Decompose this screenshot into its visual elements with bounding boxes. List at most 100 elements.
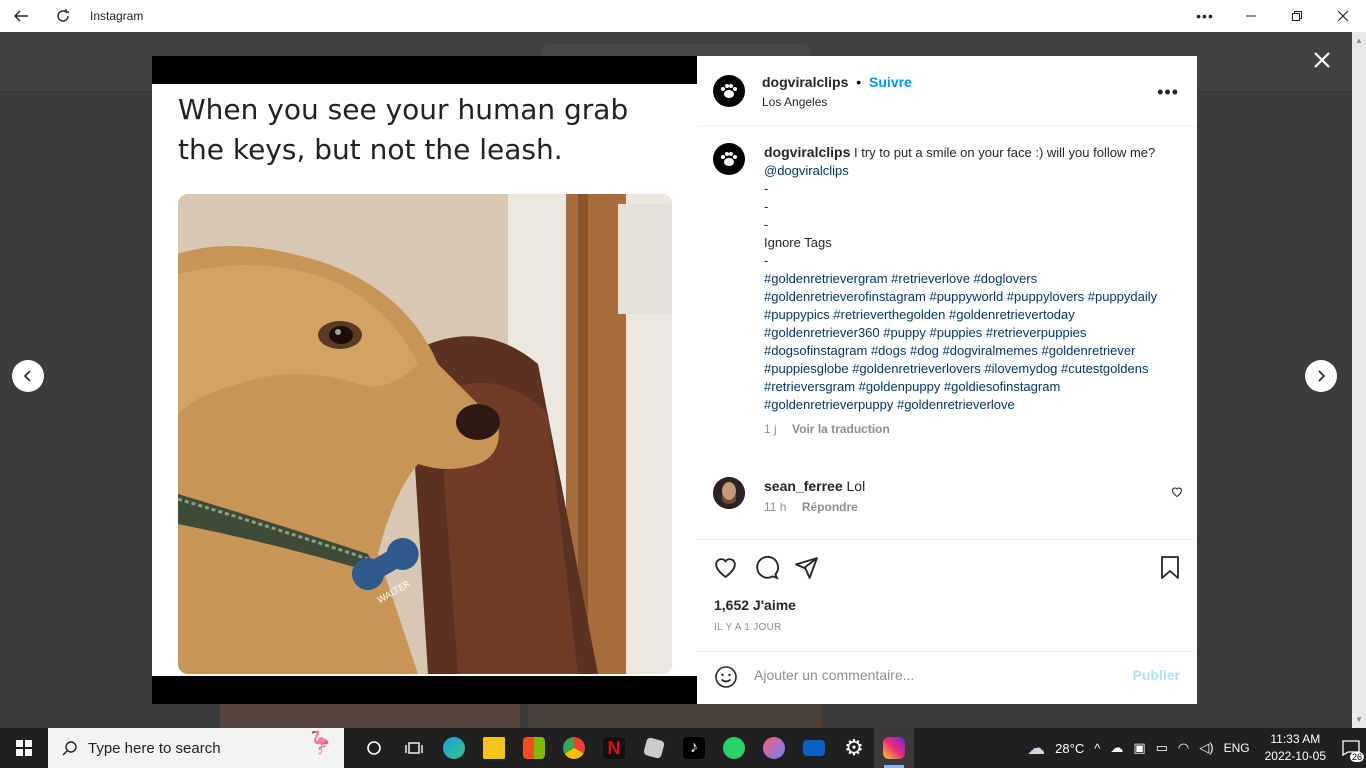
- chrome-icon: [563, 737, 585, 759]
- notification-button[interactable]: 26: [1336, 728, 1366, 768]
- author-username[interactable]: dogviralclips: [762, 74, 848, 90]
- comment-like-button[interactable]: [1171, 485, 1183, 503]
- more-icon: •••: [1196, 8, 1214, 24]
- close-modal-button[interactable]: [1308, 46, 1336, 74]
- caption-username[interactable]: dogviralclips: [764, 144, 850, 160]
- file-explorer-app[interactable]: [474, 728, 514, 768]
- add-comment-bar: Ajouter un commentaire... Publier: [697, 652, 1197, 704]
- meme-caption: When you see your human grab the keys, b…: [178, 93, 629, 166]
- weather-icon: ☁: [1027, 737, 1046, 758]
- post-location[interactable]: Los Angeles: [762, 95, 827, 109]
- background-thumbnail: [220, 702, 520, 728]
- close-window-button[interactable]: [1320, 0, 1366, 32]
- task-view-icon: [405, 742, 423, 754]
- netflix-app[interactable]: N: [594, 728, 634, 768]
- maximize-button[interactable]: [1274, 0, 1320, 32]
- window-menu-button[interactable]: •••: [1182, 0, 1228, 32]
- post-header: dogviralclips • Suivre Los Angeles •••: [697, 56, 1197, 126]
- meme-image: When you see your human grab the keys, b…: [152, 84, 697, 676]
- heart-icon: [715, 558, 736, 579]
- cortana-button[interactable]: [354, 728, 394, 768]
- system-tray: ☁ 28°C ^ ☁ ▣ ▭ ◠ ◁) ENG 11:33 AM 2022-10…: [1022, 728, 1366, 768]
- emoji-icon: [715, 666, 737, 688]
- dog-photo: WALTER: [178, 194, 672, 674]
- scrollbar[interactable]: ▲ ▼: [1352, 32, 1366, 728]
- gear-icon: ⚙: [844, 735, 864, 760]
- network-icon[interactable]: ▭: [1156, 740, 1168, 756]
- refresh-button[interactable]: [42, 0, 84, 32]
- caption-mention[interactable]: @dogviralclips: [764, 163, 849, 178]
- reply-button[interactable]: Répondre: [802, 500, 858, 514]
- weather-temp[interactable]: 28°C: [1055, 741, 1084, 756]
- next-post-button[interactable]: [1305, 360, 1337, 392]
- comment-username[interactable]: sean_ferree: [764, 478, 843, 494]
- user-photo-icon: [713, 477, 745, 509]
- store-app[interactable]: [514, 728, 554, 768]
- instagram-icon: [883, 737, 905, 759]
- title-bar: Instagram •••: [0, 0, 1366, 32]
- comment-input[interactable]: Ajouter un commentaire...: [754, 667, 914, 683]
- minimize-button[interactable]: [1228, 0, 1274, 32]
- translate-button[interactable]: Voir la traduction: [792, 422, 890, 436]
- itunes-app[interactable]: [754, 728, 794, 768]
- notification-count: 26: [1349, 752, 1364, 762]
- flamingo-icon: 🦩: [306, 730, 334, 755]
- chevron-up-icon[interactable]: ^: [1094, 741, 1100, 756]
- likes-count[interactable]: 1,652 J'aime: [714, 597, 796, 613]
- publish-button[interactable]: Publier: [1133, 667, 1180, 683]
- commenter-avatar[interactable]: [713, 477, 745, 509]
- clock[interactable]: 11:33 AM 2022-10-05: [1265, 731, 1326, 765]
- caption-time: 1 j: [764, 422, 777, 436]
- window-title: Instagram: [90, 9, 144, 23]
- meet-icon[interactable]: ▣: [1133, 740, 1145, 756]
- back-arrow-icon: [14, 10, 28, 22]
- cortana-icon: [367, 741, 381, 755]
- edge-icon: [443, 737, 465, 759]
- previous-post-button[interactable]: [12, 360, 44, 392]
- roblox-app[interactable]: [634, 728, 674, 768]
- task-view-button[interactable]: [394, 728, 434, 768]
- mail-app[interactable]: [794, 728, 834, 768]
- author-avatar[interactable]: [713, 75, 745, 107]
- minimize-icon: [1246, 15, 1256, 17]
- caption-hashtags[interactable]: #goldenretrievergram #retrieverlove #dog…: [764, 271, 1157, 412]
- edge-app[interactable]: [434, 728, 474, 768]
- comments-section[interactable]: dogviralclips I try to put a smile on yo…: [697, 126, 1197, 540]
- clock-date: 2022-10-05: [1264, 749, 1326, 763]
- comment-button[interactable]: [754, 555, 779, 585]
- save-button[interactable]: [1159, 555, 1181, 585]
- taskbar-search[interactable]: Type here to search 🦩: [48, 728, 344, 768]
- post-options-button[interactable]: •••: [1157, 82, 1179, 103]
- search-icon: [62, 741, 77, 756]
- volume-icon[interactable]: ◁): [1199, 740, 1213, 756]
- caption-avatar[interactable]: [713, 143, 745, 175]
- start-button[interactable]: [0, 728, 48, 768]
- like-button[interactable]: [713, 555, 738, 585]
- follow-button[interactable]: Suivre: [869, 74, 912, 90]
- more-options-icon: •••: [1157, 82, 1179, 102]
- music-icon: [763, 737, 785, 759]
- caption-dash: -: [764, 253, 769, 268]
- roblox-icon: [642, 736, 666, 760]
- paw-icon: [721, 84, 737, 98]
- caption-text: I try to put a smile on your face :) wil…: [853, 145, 1156, 160]
- settings-app[interactable]: ⚙: [834, 728, 874, 768]
- post-details-panel: dogviralclips • Suivre Los Angeles ••• d…: [697, 56, 1197, 704]
- language-indicator[interactable]: ENG: [1224, 741, 1250, 755]
- comment-item: sean_ferree Lol 11 h Répondre: [764, 478, 865, 514]
- chevron-right-icon: [1318, 370, 1326, 382]
- onedrive-icon[interactable]: ☁: [1110, 740, 1123, 756]
- refresh-icon: [57, 9, 69, 22]
- back-button[interactable]: [0, 0, 42, 32]
- post-caption: dogviralclips I try to put a smile on yo…: [764, 143, 1164, 438]
- tiktok-app[interactable]: ♪: [674, 728, 714, 768]
- instagram-app[interactable]: [874, 728, 914, 768]
- emoji-button[interactable]: [714, 665, 738, 694]
- wifi-icon[interactable]: ◠: [1178, 740, 1189, 756]
- share-button[interactable]: [794, 555, 819, 585]
- chrome-app[interactable]: [554, 728, 594, 768]
- store-icon: [523, 737, 545, 759]
- whatsapp-app[interactable]: [714, 728, 754, 768]
- scroll-down-icon: ▼: [1355, 715, 1363, 724]
- windows-logo-icon: [16, 740, 32, 756]
